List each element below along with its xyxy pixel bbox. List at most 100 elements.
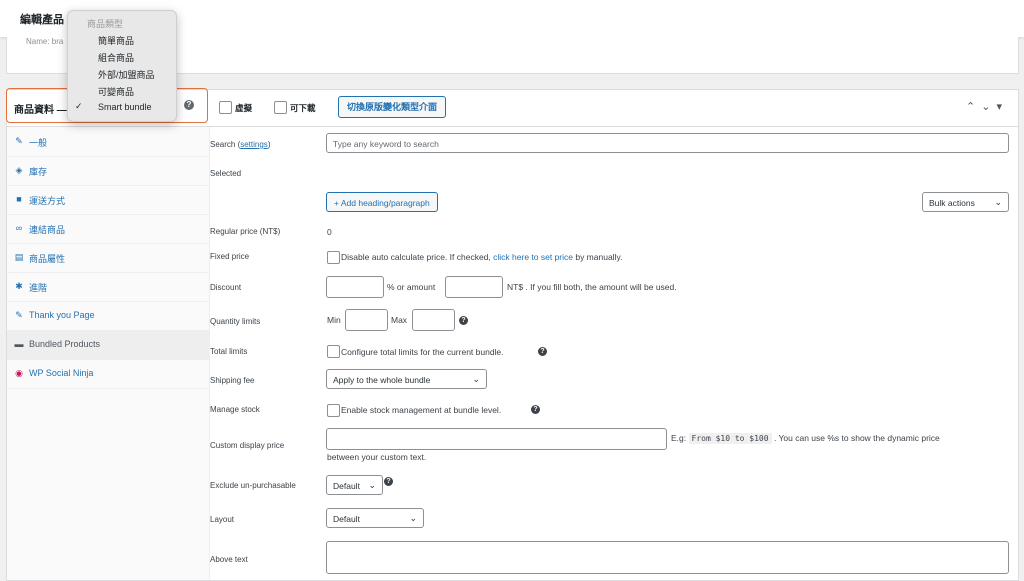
product-name-text: Name: bra: [26, 37, 64, 46]
truck-icon: ■: [16, 194, 22, 204]
help-icon[interactable]: ?: [459, 316, 468, 325]
discount-percent-input[interactable]: [326, 276, 384, 298]
exclude-value: Default: [333, 481, 360, 491]
tab-advanced[interactable]: ✱ 進階: [7, 272, 209, 302]
min-label: Min: [327, 315, 341, 325]
fixed-price-text: Disable auto calculate price. If checked…: [341, 252, 623, 262]
tab-linked-products[interactable]: ∞ 連結商品: [7, 214, 209, 244]
regular-price-value: 0: [327, 227, 332, 237]
manage-stock-checkbox[interactable]: [327, 404, 340, 417]
tab-attributes[interactable]: ▤ 商品屬性: [7, 243, 209, 273]
gear-icon: ✱: [15, 281, 23, 291]
layout-label: Layout: [210, 515, 235, 524]
custom-price-hint: E.g: From $10 to $100 . You can use %s t…: [671, 433, 940, 444]
downloadable-label: 可下載: [290, 103, 316, 113]
discount-note: NT$ . If you fill both, the amount will …: [507, 282, 677, 292]
fixed-price-label: Fixed price: [210, 252, 250, 261]
option-smart-bundle[interactable]: Smart bundle: [98, 102, 152, 112]
max-quantity-input[interactable]: [412, 309, 455, 331]
chevron-down-icon: ⌄: [368, 480, 376, 490]
tab-label: 一般: [29, 138, 48, 148]
shipping-fee-value: Apply to the whole bundle: [333, 375, 431, 385]
help-icon[interactable]: ?: [384, 477, 393, 486]
panel-controls: ⌃⌄▾: [966, 100, 1008, 113]
collapse-icon[interactable]: ▾: [996, 101, 1008, 113]
tab-wp-social-ninja[interactable]: ◉ WP Social Ninja: [7, 359, 209, 389]
tab-label: 運送方式: [29, 196, 66, 206]
above-text-textarea[interactable]: [326, 541, 1009, 574]
checkmark-icon: ✓: [75, 101, 83, 111]
product-data-tabs: ✎ 一般 ◈ 庫存 ■ 運送方式 ∞ 連結商品 ▤ 商品屬性 ✱ 進階 ✎ Th…: [7, 127, 210, 580]
tab-label: Bundled Products: [29, 339, 101, 349]
downloadable-checkbox[interactable]: [274, 101, 287, 114]
ninja-icon: ◉: [15, 368, 23, 378]
search-label: Search (settings): [210, 140, 271, 149]
bulk-actions-value: Bulk actions: [929, 198, 975, 208]
max-label: Max: [391, 315, 408, 325]
chevron-down-icon: ⌄: [409, 513, 417, 523]
tab-general[interactable]: ✎ 一般: [7, 127, 209, 157]
exclude-label: Exclude un-purchasable: [210, 481, 296, 490]
switch-variation-ui-button[interactable]: 切換原版變化類型介面: [338, 96, 447, 118]
discount-or-text: % or amount: [387, 282, 436, 292]
bulk-actions-select[interactable]: Bulk actions ⌄: [922, 192, 1009, 212]
move-down-icon[interactable]: ⌄: [981, 101, 996, 113]
tab-label: 進階: [29, 283, 48, 293]
settings-link[interactable]: settings: [240, 140, 268, 149]
min-quantity-input[interactable]: [345, 309, 388, 331]
page-title: 編輯產品: [20, 14, 64, 26]
virtual-label: 虛擬: [235, 103, 253, 113]
total-limits-label: Total limits: [210, 347, 248, 356]
tag-icon: ◈: [15, 165, 23, 175]
option-variable[interactable]: 可變商品: [98, 85, 134, 98]
custom-display-price-input[interactable]: [326, 428, 667, 450]
tab-label: 連結商品: [29, 225, 66, 235]
tab-bundled-products[interactable]: ▬ Bundled Products: [7, 330, 209, 360]
fixed-price-checkbox[interactable]: [327, 251, 340, 264]
chevron-down-icon: ⌄: [472, 374, 480, 384]
exclude-select[interactable]: Default ⌄: [326, 475, 383, 495]
move-up-icon[interactable]: ⌃: [966, 101, 981, 113]
help-icon[interactable]: ?: [531, 405, 540, 414]
discount-amount-input[interactable]: [445, 276, 503, 298]
add-heading-button[interactable]: + Add heading/paragraph: [326, 192, 438, 212]
manage-stock-text: Enable stock management at bundle level.: [341, 405, 502, 415]
link-icon: ∞: [15, 223, 23, 233]
selected-label: Selected: [210, 169, 242, 178]
tab-label: 庫存: [29, 167, 48, 177]
table-icon: ▤: [14, 252, 24, 262]
tab-label: 商品屬性: [29, 254, 66, 264]
search-input[interactable]: Type any keyword to search: [326, 133, 1009, 153]
wrench-icon: ✎: [15, 136, 23, 146]
layout-select[interactable]: Default ⌄: [326, 508, 424, 528]
product-data-panel: 商品資料 — ? 虛擬 可下載 切換原版變化類型介面 ⌃⌄▾ ✎ 一般 ◈ 庫存…: [6, 89, 1019, 581]
help-icon[interactable]: ?: [538, 347, 547, 356]
custom-display-price-label: Custom display price: [210, 441, 285, 450]
set-price-link[interactable]: click here to set price: [493, 252, 573, 262]
option-grouped[interactable]: 組合商品: [98, 51, 134, 64]
custom-price-hint-2: between your custom text.: [327, 452, 427, 462]
tab-shipping[interactable]: ■ 運送方式: [7, 185, 209, 215]
tab-inventory[interactable]: ◈ 庫存: [7, 156, 209, 186]
manage-stock-label: Manage stock: [210, 405, 260, 414]
option-external[interactable]: 外部/加盟商品: [98, 68, 155, 81]
box-icon: ▬: [14, 339, 24, 349]
tab-label: Thank you Page: [29, 310, 95, 320]
quantity-limits-label: Quantity limits: [210, 317, 261, 326]
product-type-dropdown: 商品類型 簡單商品 組合商品 外部/加盟商品 可變商品 ✓ Smart bund…: [67, 10, 177, 122]
tab-thank-you-page[interactable]: ✎ Thank you Page: [7, 301, 209, 331]
total-limits-text: Configure total limits for the current b…: [341, 347, 504, 357]
option-simple[interactable]: 簡單商品: [98, 34, 134, 47]
tab-label: WP Social Ninja: [29, 368, 94, 378]
shipping-fee-label: Shipping fee: [210, 376, 255, 385]
example-code: From $10 to $100: [688, 433, 772, 444]
total-limits-checkbox[interactable]: [327, 345, 340, 358]
search-placeholder: Type any keyword to search: [333, 139, 439, 149]
shipping-fee-select[interactable]: Apply to the whole bundle ⌄: [326, 369, 487, 389]
regular-price-label: Regular price (NT$): [210, 227, 281, 236]
dropdown-header: 商品類型: [87, 19, 124, 29]
chevron-down-icon: ⌄: [994, 197, 1002, 207]
layout-value: Default: [333, 514, 360, 524]
discount-label: Discount: [210, 283, 242, 292]
virtual-checkbox[interactable]: [219, 101, 232, 114]
